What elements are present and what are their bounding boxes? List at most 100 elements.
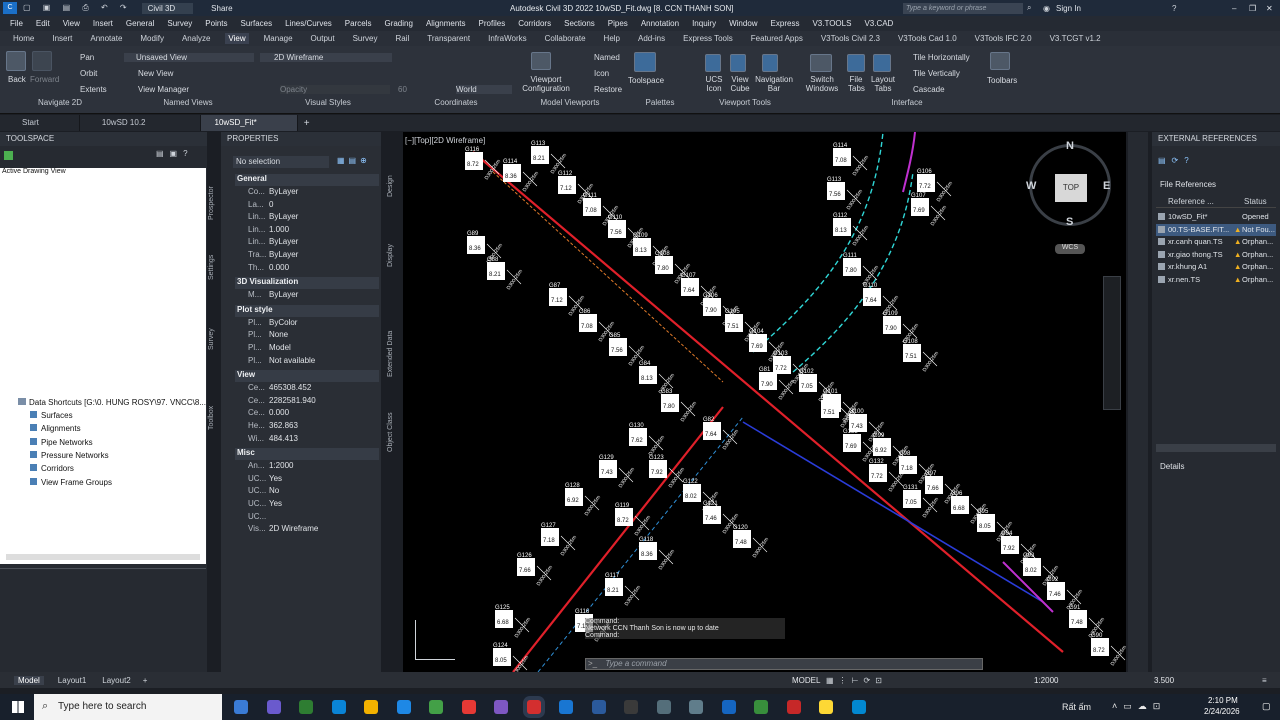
property-row[interactable]: He... 362.863 bbox=[221, 421, 381, 433]
toolspace-button[interactable]: Toolspace bbox=[628, 76, 664, 85]
xref-row[interactable]: xr.khung A1 ▲ Orphan... bbox=[1156, 261, 1276, 273]
help-icon[interactable]: ? bbox=[1172, 4, 1176, 13]
sign-in-link[interactable]: Sign In bbox=[1056, 4, 1081, 13]
manhole-label[interactable]: G125 6.68 D300-25m bbox=[495, 605, 532, 639]
toolspace-side-tab[interactable]: Prospector bbox=[208, 186, 215, 220]
palettes-group-label[interactable]: Palettes bbox=[640, 98, 680, 111]
menu-item[interactable]: Express bbox=[771, 19, 800, 28]
toolspace-title[interactable]: TOOLSPACE bbox=[0, 132, 207, 146]
menu-item[interactable]: Lines/Curves bbox=[285, 19, 332, 28]
property-row[interactable]: Co... ByLayer bbox=[221, 187, 381, 199]
ribbon-tab[interactable]: V3Tools IFC 2.0 bbox=[972, 33, 1035, 44]
col-status[interactable]: Status bbox=[1244, 197, 1267, 206]
ribbon-tab[interactable]: Featured Apps bbox=[748, 33, 806, 44]
restore-viewport-button[interactable]: Restore bbox=[594, 85, 622, 94]
ribbon-tab[interactable]: Transparent bbox=[424, 33, 473, 44]
switch-windows-button[interactable]: Switch Windows bbox=[804, 75, 840, 93]
manhole-label[interactable]: G1248.05 D300-25m bbox=[493, 643, 530, 672]
ucs-world-select[interactable]: World bbox=[456, 85, 512, 94]
ribbon-tab[interactable]: Express Tools bbox=[680, 33, 736, 44]
property-row[interactable]: Tra... ByLayer bbox=[221, 250, 381, 262]
property-row[interactable]: Pl... Model bbox=[221, 343, 381, 355]
user-icon[interactable]: ◉ bbox=[1043, 4, 1050, 13]
cascade-button[interactable]: Cascade bbox=[913, 85, 945, 94]
toolspace-icon[interactable] bbox=[634, 52, 656, 72]
ribbon-tab[interactable]: Output bbox=[308, 33, 338, 44]
taskbar-app-icon[interactable] bbox=[591, 700, 606, 714]
ribbon-tab[interactable]: Home bbox=[10, 33, 37, 44]
property-row[interactable]: Th... 0.000 bbox=[221, 263, 381, 275]
manhole-label[interactable]: G90 8.72 D300-25m bbox=[1091, 633, 1126, 667]
close-button[interactable]: ✕ bbox=[1266, 4, 1273, 13]
menu-item[interactable]: Grading bbox=[384, 19, 412, 28]
menu-item[interactable]: Corridors bbox=[518, 19, 551, 28]
menu-item[interactable]: General bbox=[126, 19, 154, 28]
taskbar-app-icon[interactable] bbox=[234, 700, 248, 714]
manhole-label[interactable]: G130 7.62 D300-25m bbox=[629, 423, 666, 457]
data-shortcuts-node[interactable]: Data Shortcuts [G:\0. HUNG ROSY\97. VNCC… bbox=[18, 398, 206, 407]
properties-side-tab[interactable]: Design bbox=[387, 175, 394, 197]
ribbon-tab[interactable]: Add-ins bbox=[635, 33, 668, 44]
property-row[interactable]: M... ByLayer bbox=[221, 290, 381, 302]
taskbar-app-icon[interactable] bbox=[461, 700, 476, 714]
share-button[interactable]: Share bbox=[211, 4, 232, 13]
menu-item[interactable]: Annotation bbox=[641, 19, 679, 28]
ribbon-tab[interactable]: Rail bbox=[392, 33, 412, 44]
menu-item[interactable]: Edit bbox=[36, 19, 50, 28]
tree-item[interactable]: Pipe Networks bbox=[30, 437, 93, 447]
property-row[interactable]: Ce... 2282581.940 bbox=[221, 396, 381, 408]
extents-button[interactable]: Extents bbox=[80, 85, 107, 94]
viewport-config-button[interactable]: Viewport Configuration bbox=[518, 75, 574, 93]
back-button[interactable]: Back bbox=[8, 75, 26, 84]
new-view-button[interactable]: New View bbox=[138, 69, 173, 78]
tab-10wsd-10-2[interactable]: 10wSD 10.2 bbox=[80, 115, 201, 131]
add-layout-icon[interactable]: + bbox=[143, 676, 148, 685]
property-row[interactable]: UC... bbox=[221, 512, 381, 524]
coordinates-group-label[interactable]: Coordinates bbox=[428, 98, 484, 111]
tree-item[interactable]: View Frame Groups bbox=[30, 477, 112, 487]
property-section-header[interactable]: View bbox=[235, 370, 379, 383]
tab-model[interactable]: Model bbox=[14, 675, 44, 685]
notification-icon[interactable]: ▢ bbox=[1262, 701, 1271, 712]
ribbon-tab[interactable]: Insert bbox=[49, 33, 75, 44]
navigation-bar[interactable] bbox=[1103, 276, 1121, 410]
menu-item[interactable]: Window bbox=[729, 19, 757, 28]
windows-start-icon[interactable] bbox=[12, 701, 24, 713]
drafting-toggles[interactable]: ▦⋮⊢⟳⊡ bbox=[826, 676, 887, 685]
xref-row[interactable]: xr.canh quan.TS ▲ Orphan... bbox=[1156, 236, 1276, 248]
taskbar-app-icon[interactable] bbox=[819, 700, 833, 714]
named-view-select[interactable]: Unsaved View bbox=[124, 53, 254, 62]
xref-scrollbar[interactable] bbox=[1156, 444, 1276, 452]
opacity-slider[interactable]: Opacity bbox=[280, 85, 390, 94]
xref-toolbar-icons[interactable]: ▤⟳? bbox=[1158, 156, 1195, 165]
col-reference[interactable]: Reference ... bbox=[1168, 197, 1214, 206]
tree-item[interactable]: Surfaces bbox=[30, 411, 73, 420]
property-row[interactable]: UC... No bbox=[221, 486, 381, 498]
menu-item[interactable]: View bbox=[63, 19, 80, 28]
taskbar-app-icon[interactable] bbox=[526, 700, 541, 714]
drawing-canvas[interactable]: G116 8.72 D300-25m G114 8.36 D300-25m G113 8.21… bbox=[403, 132, 1126, 672]
xref-row[interactable]: 10wSD_Fit* Opened bbox=[1156, 211, 1276, 223]
join-viewport-button[interactable]: Icon bbox=[594, 69, 609, 78]
tree-item[interactable]: Corridors bbox=[30, 464, 74, 473]
toolbars-icon[interactable] bbox=[990, 52, 1010, 70]
properties-title[interactable]: PROPERTIES bbox=[221, 132, 381, 146]
toolspace-tools-icons[interactable]: ▤▣? bbox=[156, 149, 194, 158]
manhole-label[interactable]: G129 7.43 D300-25m bbox=[599, 455, 636, 489]
ribbon-tab[interactable]: View bbox=[225, 33, 249, 44]
ribbon-tab[interactable]: Help bbox=[601, 33, 623, 44]
property-row[interactable]: Ce... 0.000 bbox=[221, 408, 381, 420]
property-row[interactable]: Pl... ByColor bbox=[221, 318, 381, 330]
property-row[interactable]: Lin... 1.000 bbox=[221, 225, 381, 237]
back-icon[interactable] bbox=[6, 51, 26, 71]
property-row[interactable]: Lin... ByLayer bbox=[221, 212, 381, 224]
tree-item[interactable]: Alignments bbox=[30, 424, 81, 433]
property-row[interactable]: Pl... None bbox=[221, 330, 381, 342]
ribbon-tab[interactable]: Collaborate bbox=[542, 33, 589, 44]
tile-horizontally-button[interactable]: Tile Horizontally bbox=[913, 53, 970, 62]
clock-date[interactable]: 2/24/2026 bbox=[1204, 707, 1240, 716]
minimize-button[interactable]: – bbox=[1232, 4, 1236, 13]
drawing-svg[interactable]: G1168.72 D300-25m G1148.36 D300-25mG1138.21… bbox=[403, 132, 1126, 672]
manhole-label[interactable]: G114 8.36 D300-25m bbox=[503, 159, 540, 193]
menu-item[interactable]: Parcels bbox=[345, 19, 372, 28]
